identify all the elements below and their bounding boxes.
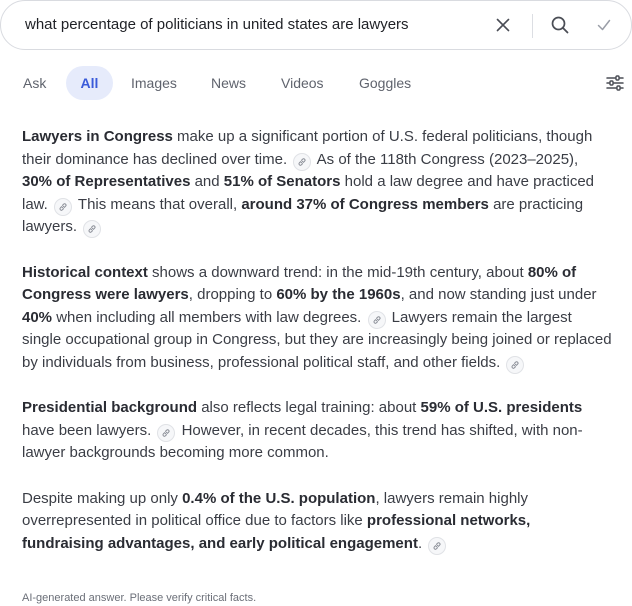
answer-paragraph: Historical context shows a downward tren… <box>22 262 612 375</box>
answer-paragraph: Presidential background also reflects le… <box>22 397 612 465</box>
search-tabs: Ask All Images News Videos Goggles <box>0 66 632 100</box>
answer-highlight: 0.4% of the U.S. population <box>182 489 376 507</box>
answer-highlight: 40% <box>22 308 53 326</box>
answer-text: shows a downward trend: in the mid-19th … <box>147 263 528 281</box>
link-icon[interactable] <box>83 220 102 239</box>
answer-highlight: 30% of Representatives <box>22 173 191 191</box>
answer-text: This means that overall, <box>74 195 242 213</box>
link-icon[interactable] <box>506 355 525 374</box>
tab-videos[interactable]: Videos <box>269 66 336 100</box>
link-icon[interactable] <box>293 152 312 171</box>
answer-highlight: Presidential background <box>22 399 198 417</box>
tab-goggles[interactable]: Goggles <box>347 66 423 100</box>
answer-text: and <box>190 173 224 191</box>
answer-text: also reflects legal training: about <box>197 399 421 417</box>
answer-text: Despite making up only <box>22 489 183 507</box>
answer-paragraph: Despite making up only 0.4% of the U.S. … <box>22 488 612 556</box>
checkmark-icon[interactable] <box>593 14 615 36</box>
answer-text: , and now standing just under <box>400 286 597 304</box>
answer-paragraph: Lawyers in Congress make up a significan… <box>22 126 612 239</box>
close-icon[interactable] <box>492 14 514 36</box>
answer-text: , dropping to <box>188 286 277 304</box>
ai-disclaimer: AI-generated answer. Please verify criti… <box>22 592 257 604</box>
answer-highlight: 60% by the 1960s <box>276 286 401 304</box>
search-icon[interactable] <box>549 14 571 36</box>
sliders-icon[interactable] <box>605 73 625 93</box>
answer-highlight: Historical context <box>22 263 148 281</box>
search-input[interactable]: what percentage of politicians in united… <box>25 16 409 33</box>
answer-text: when including all members with law degr… <box>52 308 366 326</box>
ai-answer: Lawyers in Congress make up a significan… <box>22 126 612 578</box>
answer-highlight: Lawyers in Congress <box>22 128 173 145</box>
answer-text: . <box>417 534 427 552</box>
tab-news[interactable]: News <box>199 66 258 100</box>
search-bar[interactable]: what percentage of politicians in united… <box>0 0 632 50</box>
search-divider <box>532 14 533 38</box>
answer-highlight: 59% of U.S. presidents <box>420 399 583 417</box>
tab-images[interactable]: Images <box>119 66 189 100</box>
link-icon[interactable] <box>367 310 386 329</box>
answer-text: As of the 118th Congress (2023–2025), <box>313 150 579 168</box>
answer-text: have been lawyers. <box>22 421 156 439</box>
answer-highlight: around 37% of Congress members <box>241 195 489 213</box>
answer-highlight: 51% of Senators <box>223 173 341 191</box>
link-icon[interactable] <box>157 423 176 442</box>
tab-all[interactable]: All <box>66 66 113 100</box>
tab-ask[interactable]: Ask <box>11 66 58 100</box>
link-icon[interactable] <box>428 536 447 555</box>
link-icon[interactable] <box>54 197 73 216</box>
